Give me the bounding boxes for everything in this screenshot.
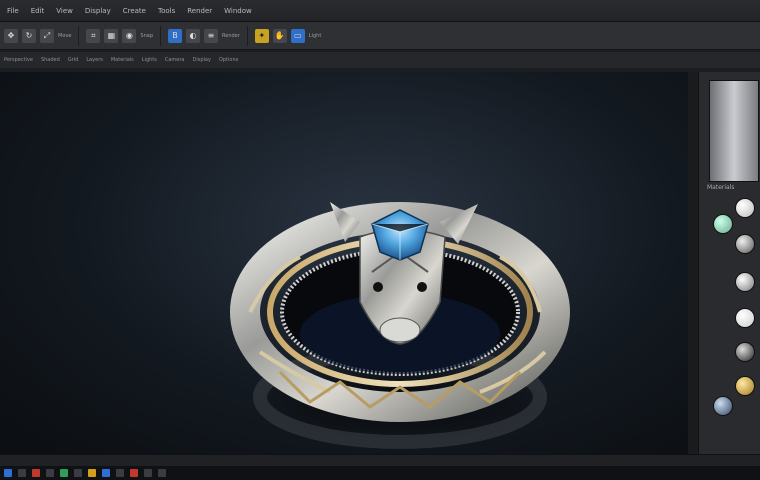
- menu-bar: File Edit View Display Create Tools Rend…: [0, 0, 760, 22]
- taskbar-app-icon[interactable]: [130, 469, 138, 477]
- ribbon-divider: [78, 25, 80, 46]
- ring-model: [230, 202, 570, 449]
- horse-left-eye: [373, 282, 383, 292]
- viewport-perspective[interactable]: Perspective: [4, 57, 33, 63]
- menu-tools[interactable]: Tools: [155, 7, 178, 15]
- menu-edit[interactable]: Edit: [28, 7, 48, 15]
- material-swatch[interactable]: [735, 234, 755, 254]
- taskbar-app-icon[interactable]: [32, 469, 40, 477]
- taskbar-app-icon[interactable]: [158, 469, 166, 477]
- viewport-grid[interactable]: Grid: [68, 57, 79, 63]
- ribbon-label-move: Move: [58, 32, 72, 39]
- taskbar-app-icon[interactable]: [18, 469, 26, 477]
- viewport-layers[interactable]: Layers: [86, 57, 103, 63]
- material-swatch[interactable]: [735, 376, 755, 396]
- ribbon-divider: [160, 25, 162, 46]
- horse-muzzle: [379, 317, 421, 343]
- ribbon-divider: [246, 25, 248, 46]
- material-swatch[interactable]: [735, 308, 755, 328]
- hand-tool-icon[interactable]: ✋: [272, 28, 287, 43]
- move-tool-icon[interactable]: ✥: [4, 28, 18, 43]
- taskbar-app-icon[interactable]: [60, 469, 68, 477]
- taskbar-app-icon[interactable]: [46, 469, 54, 477]
- viewport-camera[interactable]: Camera: [165, 57, 185, 63]
- viewport-display[interactable]: Display: [193, 57, 211, 63]
- toolbar-ribbon: ✥ ↻ ⤢ Move ⌗ ▦ ◉ Snap B ◐ ≡ Render ✦ ✋ ▭…: [0, 22, 760, 50]
- horse-right-eye: [417, 282, 427, 292]
- viewport-options[interactable]: Options: [219, 57, 238, 63]
- panel-title: Materials: [707, 184, 735, 191]
- menu-render[interactable]: Render: [184, 7, 215, 15]
- menu-display[interactable]: Display: [82, 7, 114, 15]
- snap-icon[interactable]: ⌗: [86, 28, 101, 43]
- material-swatch[interactable]: [735, 272, 755, 292]
- viewport-options-bar: Perspective Shaded Grid Layers Materials…: [0, 52, 760, 68]
- camera-icon[interactable]: ◉: [122, 28, 137, 43]
- menu-view[interactable]: View: [53, 7, 76, 15]
- ribbon-label-light: Light: [308, 32, 322, 39]
- taskbar-app-icon[interactable]: [88, 469, 96, 477]
- monitor-icon[interactable]: ▭: [290, 28, 305, 43]
- taskbar-app-icon[interactable]: [144, 469, 152, 477]
- light-bulb-icon[interactable]: ✦: [254, 28, 269, 43]
- menu-window[interactable]: Window: [221, 7, 255, 15]
- material-icon[interactable]: ◐: [186, 28, 201, 43]
- viewport-scrollbar[interactable]: [688, 72, 698, 454]
- taskbar-app-icon[interactable]: [116, 469, 124, 477]
- grid-icon[interactable]: ▦: [104, 28, 119, 43]
- 3d-viewport[interactable]: [0, 72, 688, 454]
- rotate-tool-icon[interactable]: ↻: [22, 28, 36, 43]
- menu-create[interactable]: Create: [120, 7, 149, 15]
- ribbon-label-snap: Snap: [140, 32, 154, 39]
- material-swatch[interactable]: [735, 342, 755, 362]
- material-swatch[interactable]: [713, 214, 733, 234]
- taskbar-app-icon[interactable]: [74, 469, 82, 477]
- viewport-materials[interactable]: Materials: [111, 57, 134, 63]
- render-button-icon[interactable]: B: [168, 28, 183, 43]
- preview-thumbnail[interactable]: [709, 80, 759, 182]
- layers-icon[interactable]: ≡: [204, 28, 219, 43]
- material-swatch[interactable]: [735, 198, 755, 218]
- ribbon-label-render: Render: [222, 32, 240, 39]
- materials-panel: Materials: [698, 72, 760, 464]
- scale-tool-icon[interactable]: ⤢: [40, 28, 54, 43]
- viewport-lights[interactable]: Lights: [142, 57, 157, 63]
- menu-file[interactable]: File: [4, 7, 22, 15]
- viewport-shaded[interactable]: Shaded: [41, 57, 60, 63]
- material-swatch[interactable]: [713, 396, 733, 416]
- taskbar-app-icon[interactable]: [102, 469, 110, 477]
- taskbar: [0, 466, 760, 480]
- start-icon[interactable]: [4, 469, 12, 477]
